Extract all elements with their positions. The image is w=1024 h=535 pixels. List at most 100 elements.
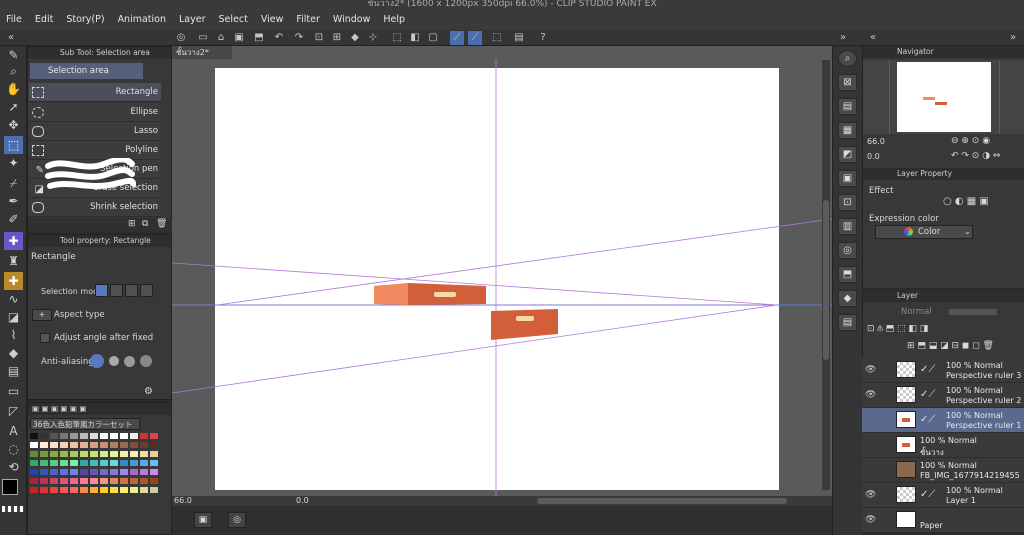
clear-icon[interactable]: ⊡ [312,31,326,45]
cmd-icon-3[interactable]: ▦ [838,122,857,139]
color-swatch[interactable] [80,469,88,475]
color-swatch[interactable] [30,460,38,466]
add-subtool-icon[interactable]: ⊞ [128,219,136,229]
frame-icon[interactable]: ▭ [4,382,23,400]
layer-row[interactable]: 👁 ✓⟋ 100 % Normal Perspective ruler 3 [862,358,1024,383]
cmd-icon-5[interactable]: ▣ [838,170,857,187]
collapse-right-icon[interactable]: » [836,31,850,45]
color-swatch[interactable] [90,460,98,466]
eye-icon[interactable]: 👁 [865,490,876,500]
aa-none-icon[interactable] [90,354,104,368]
color-swatch[interactable] [130,460,138,466]
subtool-ellipse[interactable]: Ellipse [29,103,161,122]
color-swatch[interactable] [80,442,88,448]
clip-studio-icon[interactable]: ◎ [174,31,188,45]
color-swatch[interactable] [110,442,118,448]
new-selection-icon[interactable] [95,284,108,297]
menu-animation[interactable]: Animation [118,14,166,25]
color-swatch[interactable] [50,442,58,448]
color-swatch[interactable] [110,460,118,466]
color-swatch[interactable] [60,487,68,493]
color-swatch[interactable] [140,460,148,466]
color-swatch[interactable] [50,451,58,457]
color-swatch[interactable] [60,469,68,475]
navigator-zoom-value[interactable]: 66.0 [867,137,885,146]
cmd-icon-7[interactable]: ▥ [838,218,857,235]
color-swatch[interactable] [40,469,48,475]
color-swatch[interactable] [120,460,128,466]
add-selection-icon[interactable] [110,284,123,297]
color-swatch[interactable] [150,487,158,493]
navigator-rotate-controls[interactable]: ↶ ↷ ⊙ ◑ ⇔ [951,151,1000,161]
color-swatch[interactable] [130,442,138,448]
color-swatch[interactable] [90,451,98,457]
navigator-angle-value[interactable]: 0.0 [867,152,880,161]
color-swatch[interactable] [110,451,118,457]
color-swatch[interactable] [70,460,78,466]
deselect-icon[interactable]: ⬚ [390,31,404,45]
layer-action-icons[interactable]: ⊞ ⬒ ⬓ ◪ ⊟ ◼ ◻ 🗑 [907,341,994,351]
menu-story[interactable]: Story(P) [66,14,104,25]
menu-file[interactable]: File [6,14,22,25]
color-swatch[interactable] [120,451,128,457]
subtool-lasso[interactable]: Lasso [29,122,161,141]
color-swatch[interactable] [60,442,68,448]
color-swatch[interactable] [120,442,128,448]
color-swatch[interactable] [60,433,68,439]
color-swatch[interactable] [100,451,108,457]
main-color-swatch[interactable] [2,479,18,495]
save-icon[interactable]: ▣ [232,31,246,45]
color-swatch[interactable] [50,478,58,484]
color-swatch[interactable] [50,469,58,475]
navigator-zoom-controls[interactable]: ⊖ ⊕ ⊙ ◉ [951,136,990,146]
hand-tool-icon[interactable]: ✋ [4,80,23,98]
selection-mode-buttons[interactable] [95,284,157,298]
line-icon[interactable]: ◸ [4,402,23,420]
anti-aliasing-options[interactable] [90,352,160,370]
color-swatch[interactable] [100,460,108,466]
aa-medium-icon[interactable] [124,355,135,367]
color-swatch[interactable] [100,487,108,493]
color-swatch[interactable] [130,487,138,493]
color-swatch[interactable] [90,469,98,475]
color-swatch[interactable] [120,478,128,484]
color-swatch[interactable] [110,487,118,493]
figure-icon[interactable]: ∿ [4,290,23,308]
color-swatch[interactable] [120,469,128,475]
color-swatch[interactable] [70,469,78,475]
show-selection-icon[interactable]: ▢ [426,31,440,45]
aspect-type-toggle[interactable]: + [32,309,52,321]
subtool-shrink-selection[interactable]: Shrink selection [29,198,161,217]
color-swatch[interactable] [150,442,158,448]
layer-row[interactable]: 👁 ✓⟋ 100 % Normal Perspective ruler 2 [862,383,1024,408]
color-swatch[interactable] [100,433,108,439]
frame-icon-a[interactable]: ▣ [194,512,212,528]
color-swatch[interactable] [30,478,38,484]
cmd-icon-11[interactable]: ▤ [838,314,857,331]
document-tab[interactable]: ชั้นวาง2* [172,46,232,59]
color-swatch[interactable] [140,478,148,484]
fill-icon[interactable]: ◆ [348,31,362,45]
color-swatch[interactable] [150,433,158,439]
color-swatch[interactable] [40,451,48,457]
correct-line-icon[interactable]: ⟲ [4,458,23,476]
move-layer-icon[interactable]: ✥ [4,116,23,134]
color-swatch[interactable] [60,478,68,484]
color-swatch[interactable] [50,487,58,493]
eyedropper-icon[interactable]: ⌿ [4,174,23,192]
balloon-icon[interactable]: ◌ [4,440,23,458]
cmd-icon-2[interactable]: ▤ [838,98,857,115]
layer-row[interactable]: ✓⟋ 100 % Normal Perspective ruler 1 [862,408,1024,433]
blend-icon[interactable]: ⌇ [4,326,23,344]
eraser-icon[interactable]: ◪ [4,308,23,326]
eye-icon[interactable]: 👁 [865,390,876,400]
selection-area-icon[interactable]: ⬚ [4,136,23,154]
aa-strong-icon[interactable] [140,355,152,367]
color-swatch[interactable] [130,478,138,484]
layer-row[interactable]: 👁 ✓⟋ 100 % Normal Layer 1 [862,483,1024,508]
subtool-group-tab[interactable]: Selection area [30,63,143,79]
search-icon[interactable]: ⌕ [838,50,857,67]
cmd-icon-6[interactable]: ⊡ [838,194,857,211]
color-swatch[interactable] [100,478,108,484]
snap-grid-icon[interactable]: ⬚ [490,31,504,45]
